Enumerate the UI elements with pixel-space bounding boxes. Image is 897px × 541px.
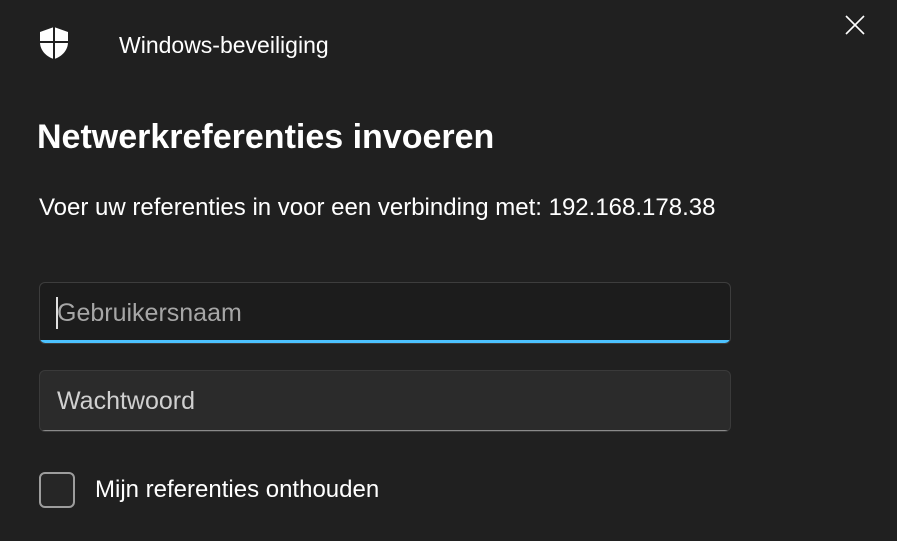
app-title: Windows-beveiliging <box>119 32 329 58</box>
credential-dialog: Windows-beveiliging Netwerkreferenties i… <box>0 0 897 541</box>
username-input[interactable] <box>40 283 730 343</box>
password-input[interactable] <box>40 371 730 431</box>
remember-checkbox[interactable] <box>39 472 75 508</box>
title-bar: Windows-beveiliging <box>0 0 897 90</box>
focus-underline <box>40 340 730 343</box>
shield-icon <box>38 26 70 60</box>
field-underline <box>40 430 730 431</box>
close-button[interactable] <box>836 8 874 46</box>
page-title: Netwerkreferenties invoeren <box>37 118 495 156</box>
password-field[interactable] <box>39 370 731 432</box>
username-field[interactable] <box>39 282 731 344</box>
connection-prompt: Voer uw referenties in voor een verbindi… <box>39 194 716 221</box>
remember-credentials[interactable]: Mijn referenties onthouden <box>39 470 379 510</box>
close-icon <box>845 14 865 40</box>
remember-label: Mijn referenties onthouden <box>95 476 380 503</box>
text-caret <box>56 297 58 329</box>
